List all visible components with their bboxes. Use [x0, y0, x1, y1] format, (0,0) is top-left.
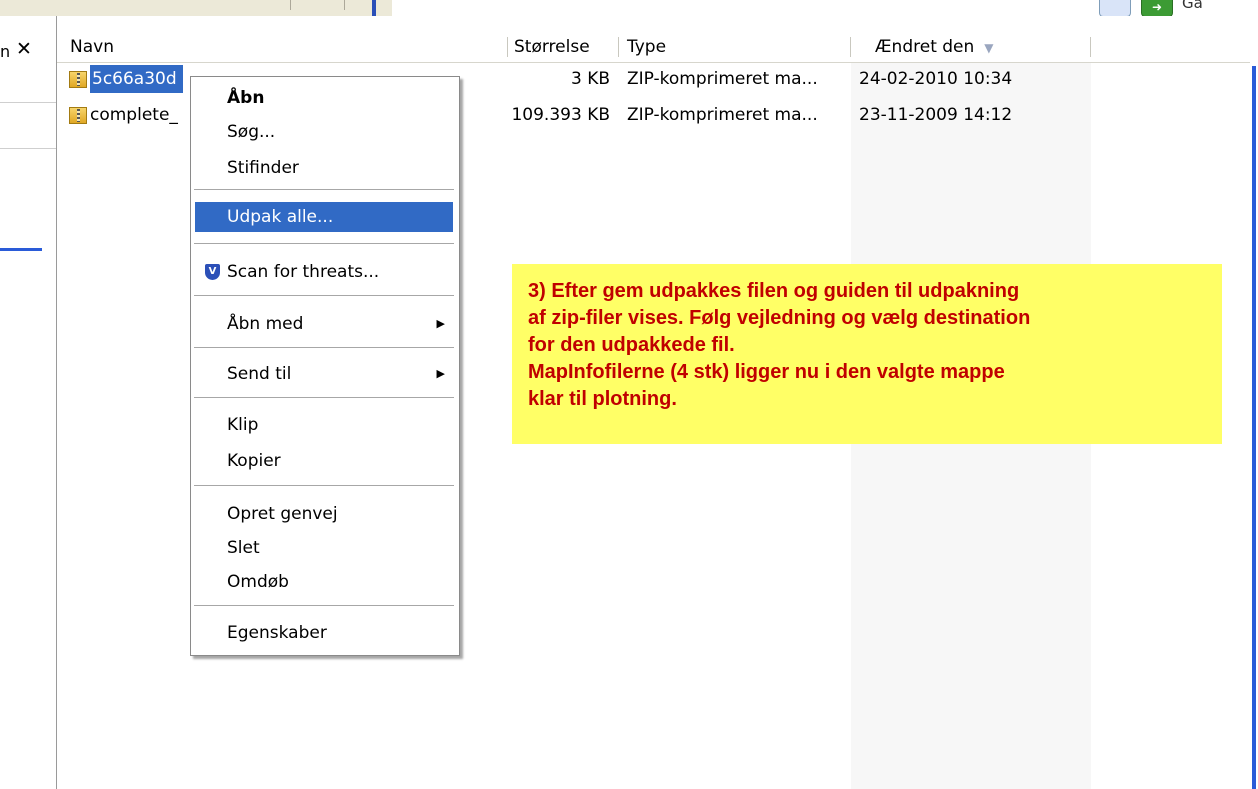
file-name-cell[interactable]: 5c66a30d: [69, 65, 183, 93]
pane-title-fragment: n: [0, 42, 11, 61]
window-edge: [372, 0, 376, 16]
column-header-modified-label: Ændret den: [875, 37, 975, 57]
submenu-arrow-icon: ▶: [436, 367, 445, 380]
menu-item-extract-all[interactable]: Udpak alle...: [195, 202, 453, 232]
instruction-note: 3) Efter gem udpakkes filen og guiden ti…: [512, 264, 1222, 444]
file-type: ZIP-komprimeret ma...: [627, 105, 818, 125]
column-header-size[interactable]: Størrelse: [508, 32, 619, 62]
menu-item-copy[interactable]: Kopier: [195, 446, 453, 476]
menu-item-properties[interactable]: Egenskaber: [195, 618, 453, 648]
submenu-arrow-icon: ▶: [436, 317, 445, 330]
note-line: klar til plotning.: [528, 388, 677, 410]
context-menu: Åbn Søg... Stifinder Udpak alle... V Sca…: [190, 76, 460, 656]
file-name[interactable]: 5c66a30d: [90, 65, 183, 93]
menu-item-label: Scan for threats...: [227, 262, 380, 282]
sort-desc-icon: ▼: [984, 41, 994, 55]
menu-item-open[interactable]: Åbn: [195, 83, 453, 113]
zip-folder-icon: [69, 106, 87, 124]
note-line: af zip-filer vises. Følg vejledning og v…: [528, 307, 1031, 329]
menu-item-send-to[interactable]: Send til ▶: [195, 359, 453, 389]
pane-accent-bar: [0, 248, 42, 251]
up-button[interactable]: [1099, 0, 1131, 17]
menu-separator: [194, 295, 454, 296]
menu-separator: [194, 485, 454, 486]
menu-separator: [194, 605, 454, 606]
menu-item-create-shortcut[interactable]: Opret genvej: [195, 499, 453, 529]
go-label[interactable]: Gå: [1182, 0, 1203, 12]
file-modified: 24-02-2010 10:34: [859, 69, 1013, 89]
file-name-cell[interactable]: complete_: [69, 101, 178, 129]
file-type: ZIP-komprimeret ma...: [627, 69, 818, 89]
divider: [290, 0, 291, 10]
window-border: [1252, 66, 1256, 789]
go-button[interactable]: ➜: [1141, 0, 1173, 17]
menu-separator: [194, 189, 454, 190]
note-line: 3) Efter gem udpakkes filen og guiden ti…: [528, 280, 1020, 302]
menu-item-cut[interactable]: Klip: [195, 410, 453, 440]
shield-icon: V: [205, 264, 220, 280]
column-header-name[interactable]: Navn: [62, 32, 508, 62]
file-name[interactable]: complete_: [90, 101, 178, 129]
task-pane: n ✕: [0, 16, 57, 789]
background-window: [0, 0, 392, 17]
column-header-modified[interactable]: Ændret den ▼: [851, 32, 1091, 62]
menu-separator: [194, 347, 454, 348]
zip-folder-icon: [69, 70, 87, 88]
menu-item-label: Send til: [227, 364, 292, 384]
menu-item-delete[interactable]: Slet: [195, 533, 453, 563]
divider: [0, 148, 56, 149]
window-right-edge: [1250, 16, 1258, 789]
menu-item-rename[interactable]: Omdøb: [195, 567, 453, 597]
task-pane-panel: [0, 32, 57, 251]
file-modified: 23-11-2009 14:12: [859, 105, 1013, 125]
file-size: 3 KB: [570, 69, 610, 89]
go-arrow-icon: ➜: [1151, 0, 1163, 14]
close-icon[interactable]: ✕: [16, 38, 32, 60]
note-line: for den udpakkede fil.: [528, 334, 735, 356]
top-strip: ➜ Gå: [0, 0, 1258, 17]
menu-separator: [194, 243, 454, 244]
menu-item-open-with[interactable]: Åbn med ▶: [195, 309, 453, 339]
menu-separator: [194, 397, 454, 398]
file-size: 109.393 KB: [511, 105, 610, 125]
menu-item-scan-threats[interactable]: V Scan for threats...: [195, 257, 453, 287]
column-header-type[interactable]: Type: [619, 32, 851, 62]
menu-item-search[interactable]: Søg...: [195, 117, 453, 147]
menu-item-explorer[interactable]: Stifinder: [195, 153, 453, 183]
menu-item-label: Åbn med: [227, 314, 304, 334]
column-header-row: Navn Størrelse Type Ændret den ▼: [57, 32, 1250, 63]
divider: [344, 0, 345, 10]
note-line: MapInfofilerne (4 stk) ligger nu i den v…: [528, 361, 1005, 383]
divider: [0, 102, 56, 103]
